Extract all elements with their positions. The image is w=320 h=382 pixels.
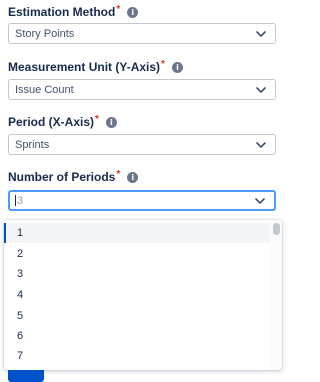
number-of-periods-menu: 1 2 3 4 5 6 7 bbox=[4, 220, 282, 370]
menu-scrollbar[interactable] bbox=[270, 220, 282, 370]
estimation-method-value: Story Points bbox=[15, 27, 75, 40]
estimation-method-select[interactable]: Story Points bbox=[8, 23, 276, 44]
measurement-unit-value: Issue Count bbox=[15, 83, 74, 96]
number-of-periods-select[interactable]: 3 bbox=[8, 190, 276, 211]
primary-button[interactable] bbox=[8, 370, 44, 382]
measurement-unit-label-text: Measurement Unit (Y-Axis) bbox=[8, 60, 161, 74]
required-asterisk: * bbox=[95, 113, 99, 125]
option-7[interactable]: 7 bbox=[4, 346, 270, 366]
option-1[interactable]: 1 bbox=[4, 223, 270, 243]
number-of-periods-value: 3 bbox=[17, 194, 24, 207]
period-label: Period (X-Axis) * i bbox=[8, 114, 117, 130]
option-label: 2 bbox=[17, 248, 24, 260]
scrollbar-thumb[interactable] bbox=[273, 223, 280, 235]
chevron-down-icon bbox=[256, 141, 266, 148]
period-label-text: Period (X-Axis) bbox=[8, 115, 95, 129]
period-value: Sprints bbox=[15, 138, 50, 151]
measurement-unit-label: Measurement Unit (Y-Axis) * i bbox=[8, 59, 183, 75]
text-cursor bbox=[15, 195, 16, 206]
option-label: 6 bbox=[17, 330, 24, 342]
number-of-periods-label: Number of Periods * i bbox=[8, 168, 139, 185]
option-label: 3 bbox=[17, 268, 24, 280]
option-label: 4 bbox=[17, 289, 24, 301]
info-icon[interactable]: i bbox=[105, 116, 117, 128]
number-of-periods-label-text: Number of Periods bbox=[8, 170, 116, 184]
required-asterisk: * bbox=[116, 3, 121, 15]
measurement-unit-select[interactable]: Issue Count bbox=[8, 79, 276, 100]
estimation-method-label: Estimation Method * i bbox=[8, 3, 139, 20]
option-3[interactable]: 3 bbox=[4, 264, 270, 284]
required-asterisk: * bbox=[116, 168, 121, 180]
option-label: 7 bbox=[17, 350, 24, 362]
info-icon[interactable]: i bbox=[127, 171, 139, 183]
chevron-down-icon bbox=[255, 197, 265, 204]
estimation-method-label-text: Estimation Method bbox=[8, 5, 116, 19]
option-6[interactable]: 6 bbox=[4, 326, 270, 346]
option-5[interactable]: 5 bbox=[4, 306, 270, 326]
chevron-down-icon bbox=[256, 30, 266, 37]
required-asterisk: * bbox=[161, 58, 165, 70]
period-select[interactable]: Sprints bbox=[8, 134, 276, 155]
chevron-down-icon bbox=[256, 86, 266, 93]
info-icon[interactable]: i bbox=[171, 61, 183, 73]
option-2[interactable]: 2 bbox=[4, 244, 270, 264]
option-label: 5 bbox=[17, 310, 24, 322]
option-label: 1 bbox=[17, 227, 24, 239]
option-4[interactable]: 4 bbox=[4, 285, 270, 305]
info-icon[interactable]: i bbox=[127, 6, 139, 18]
